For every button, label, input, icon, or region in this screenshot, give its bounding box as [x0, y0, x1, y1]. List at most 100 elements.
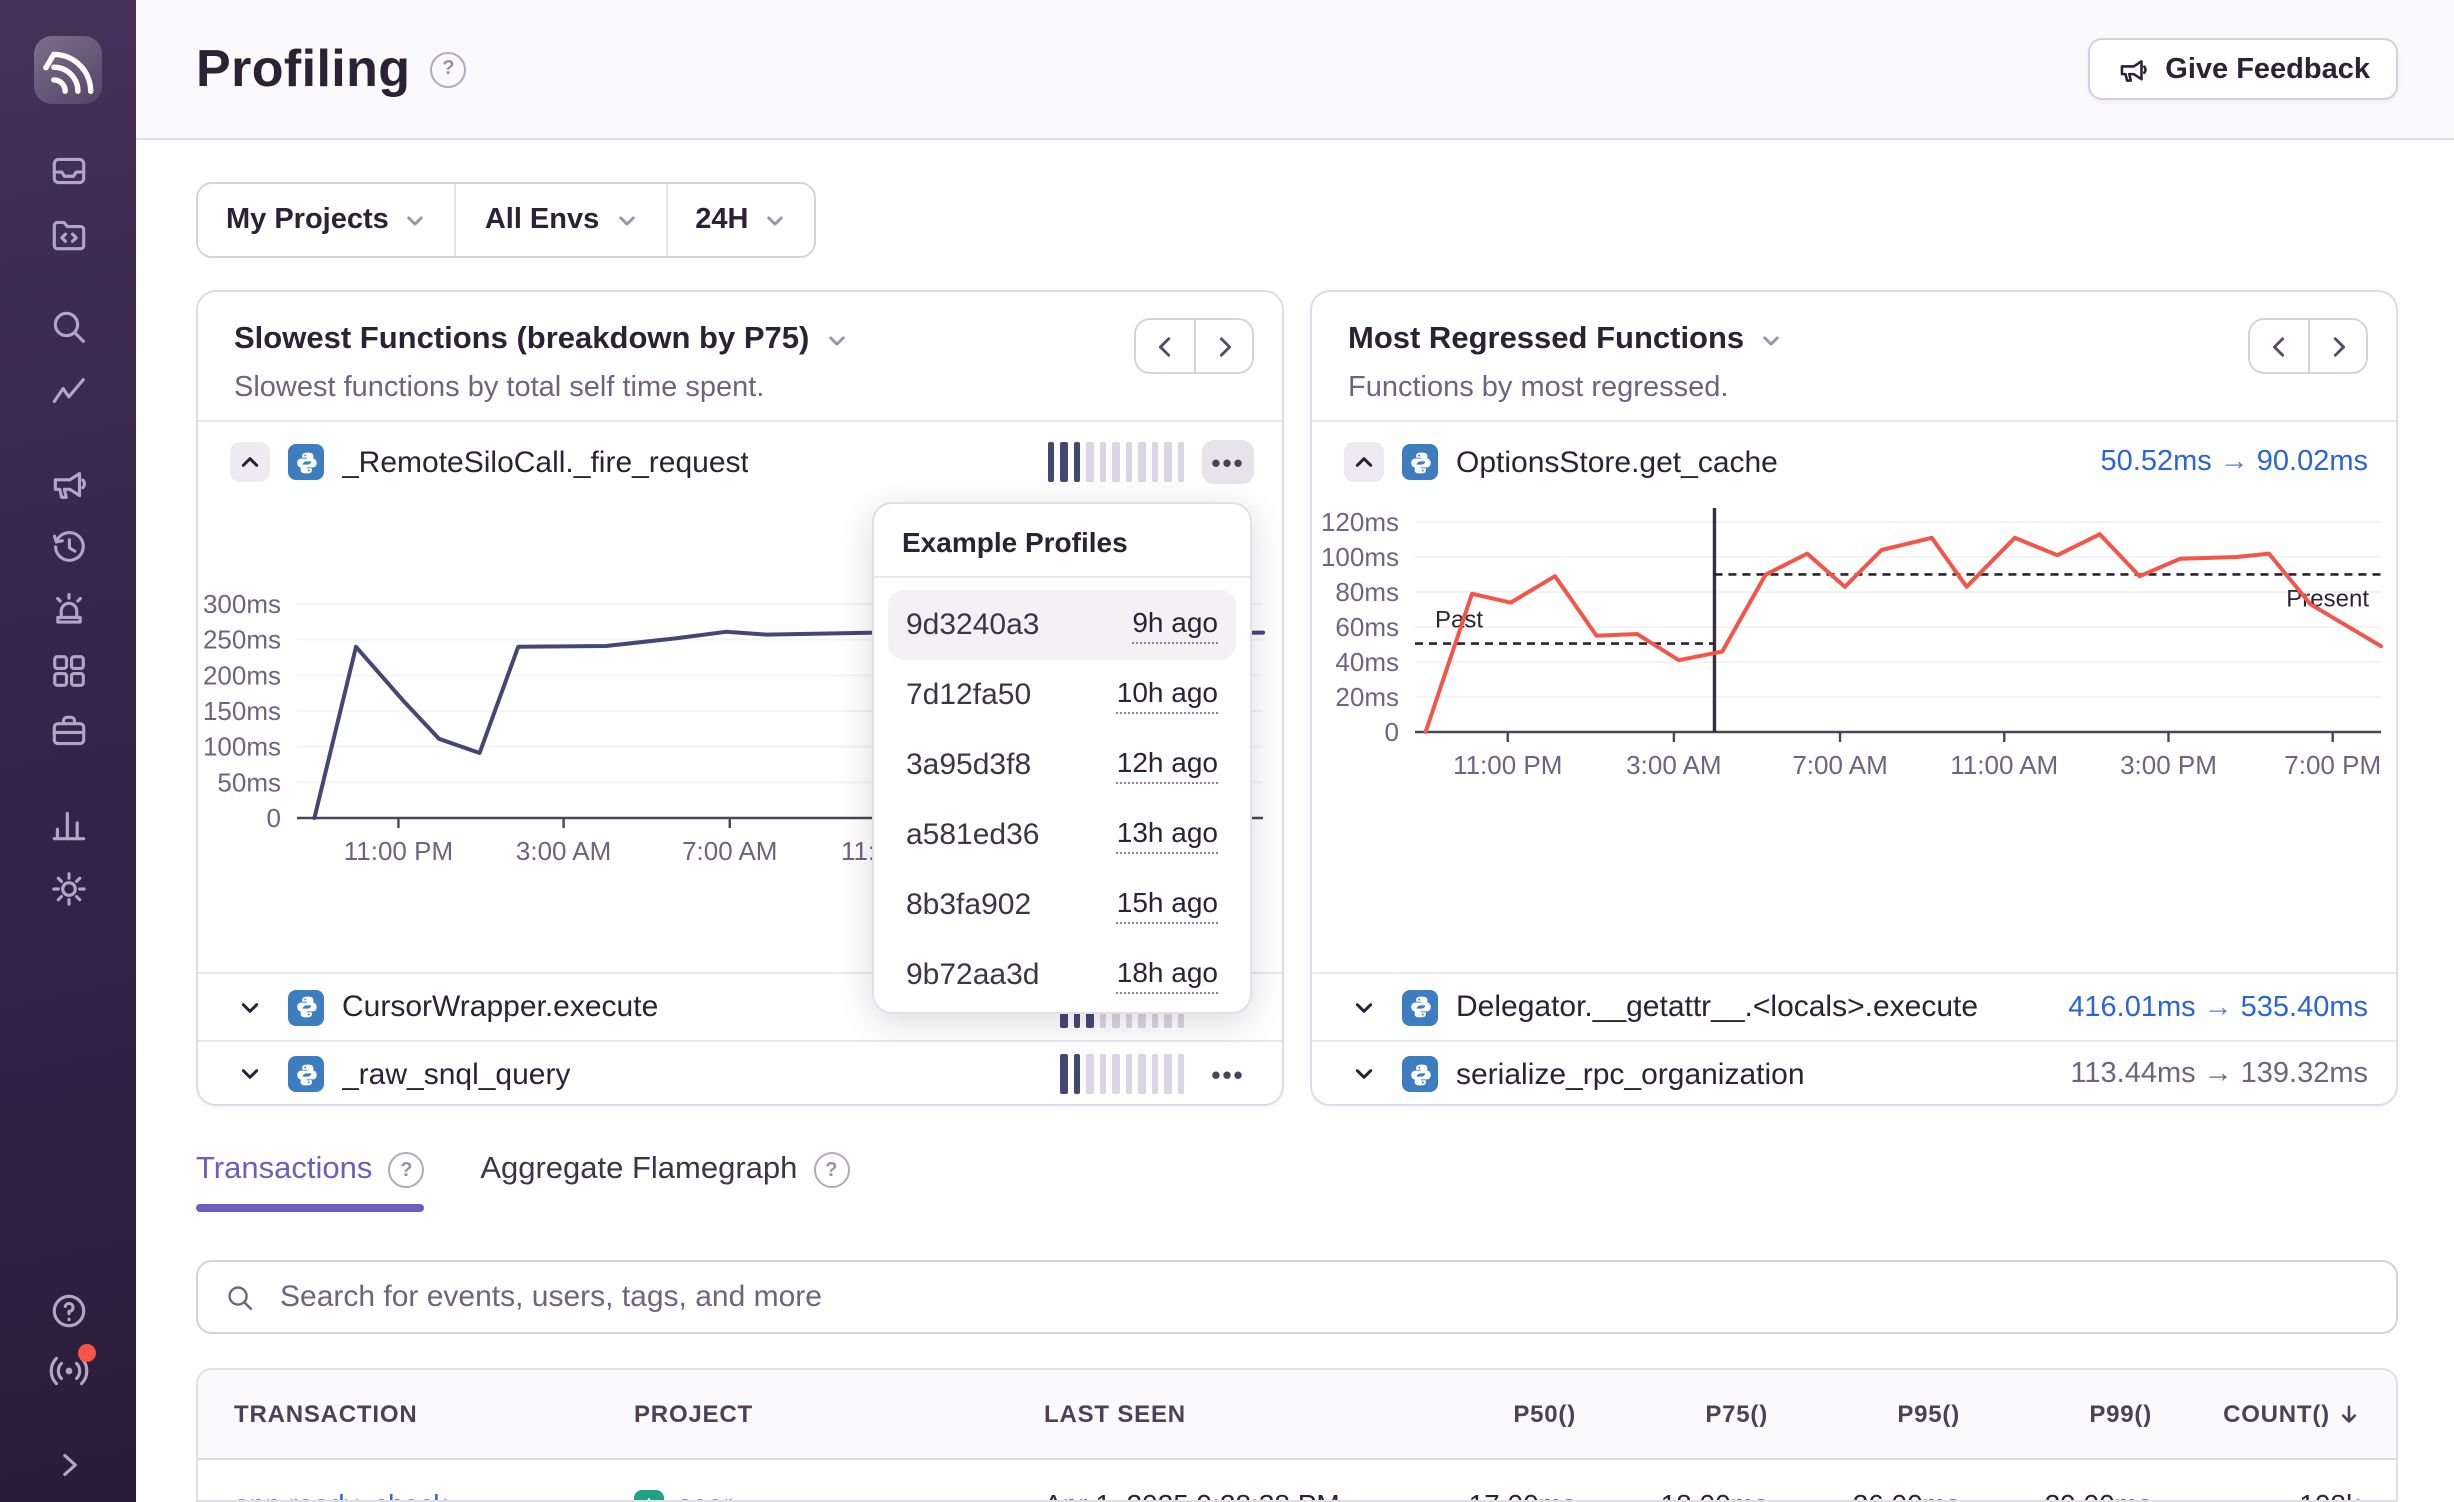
expand-button[interactable] [1344, 987, 1384, 1027]
sidebar-item-metrics[interactable] [0, 802, 136, 846]
after-value: 139.32ms [2241, 1058, 2368, 1090]
function-row[interactable]: serialize_rpc_organization 113.44ms→139.… [1312, 1040, 2396, 1106]
row-actions-button[interactable]: ••• [1202, 440, 1254, 484]
expand-button[interactable] [230, 1054, 270, 1094]
project-link[interactable]: seer [678, 1488, 732, 1502]
svg-text:3:00 AM: 3:00 AM [516, 836, 611, 866]
profile-id[interactable]: 7d12fa50 [906, 678, 1031, 712]
pager-next-button[interactable] [1194, 318, 1254, 374]
sidebar-item-dashboards[interactable] [0, 648, 136, 692]
search-icon [47, 305, 89, 347]
environment-filter[interactable]: All Envs [455, 184, 665, 256]
search-input[interactable] [276, 1278, 2370, 1316]
column-header-transaction[interactable]: TRANSACTION [234, 1400, 634, 1428]
p50-cell: 17.00ms [1384, 1488, 1576, 1502]
column-header-p75[interactable]: P75() [1576, 1400, 1768, 1428]
give-feedback-button[interactable]: Give Feedback [2087, 38, 2398, 100]
most-regressed-title-select[interactable]: Most Regressed Functions [1348, 322, 2360, 358]
profile-age[interactable]: 9h ago [1132, 607, 1218, 644]
pager-next-button[interactable] [2308, 318, 2368, 374]
tab-aggregate-flamegraph[interactable]: Aggregate Flamegraph ? [480, 1152, 849, 1212]
chevron-right-icon [2327, 335, 2349, 357]
sidebar-item-alerts[interactable] [0, 586, 136, 630]
sidebar-item-help[interactable] [0, 1288, 136, 1332]
profile-row[interactable]: 9d3240a3 9h ago [888, 590, 1236, 660]
profile-id[interactable]: 9d3240a3 [906, 608, 1040, 642]
search-bar[interactable] [196, 1260, 2398, 1334]
function-row[interactable]: OptionsStore.get_cache 50.52ms→90.02ms [1312, 420, 2396, 502]
row-actions-button[interactable]: ••• [1202, 1052, 1254, 1096]
chevron-left-icon [2268, 335, 2290, 357]
sidebar-item-projects[interactable] [0, 212, 136, 256]
collapse-button[interactable] [230, 442, 270, 482]
sidebar-item-settings[interactable] [0, 866, 136, 910]
column-header-count[interactable]: COUNT() [2152, 1400, 2360, 1428]
main-content: Profiling ? Give Feedback My Projects Al… [136, 0, 2454, 1502]
regression-values[interactable]: 50.52ms→90.02ms [2101, 446, 2369, 478]
column-header-project[interactable]: PROJECT [634, 1400, 1044, 1428]
last-seen-cell: Apr 1, 2025 9:28:38 PM [1044, 1488, 1384, 1502]
profile-age[interactable]: 10h ago [1117, 677, 1218, 714]
function-row[interactable]: _RemoteSiloCall._fire_request ••• [198, 420, 1282, 502]
sentry-logo-button[interactable] [34, 36, 102, 104]
function-row[interactable]: Delegator.__getattr__.<locals>.execute 4… [1312, 972, 2396, 1040]
sidebar-item-replays[interactable] [0, 524, 136, 568]
profile-id[interactable]: a581ed36 [906, 818, 1040, 852]
profile-age[interactable]: 18h ago [1117, 957, 1218, 994]
tab-help-icon[interactable]: ? [388, 1152, 424, 1188]
table-row[interactable]: app.ready_check seer Apr 1, 2025 9:28:38… [198, 1460, 2396, 1502]
tab-transactions[interactable]: Transactions ? [196, 1152, 424, 1212]
profile-age[interactable]: 12h ago [1117, 747, 1218, 784]
regression-values[interactable]: 113.44ms→139.32ms [2070, 1058, 2368, 1090]
sidebar-item-explore[interactable] [0, 304, 136, 348]
column-header-p99[interactable]: P99() [1960, 1400, 2152, 1428]
arrow-right-icon: → [2212, 446, 2257, 478]
svg-text:50ms: 50ms [217, 767, 281, 797]
help-circle-icon [47, 1289, 89, 1331]
project-filter[interactable]: My Projects [198, 184, 455, 256]
transaction-link[interactable]: app.ready_check [234, 1488, 634, 1502]
profile-id[interactable]: 8b3fa902 [906, 888, 1031, 922]
projects-folder-icon [47, 213, 89, 255]
tab-help-icon[interactable]: ? [813, 1152, 849, 1188]
pager-previous-button[interactable] [2248, 318, 2308, 374]
svg-text:40ms: 40ms [1335, 647, 1399, 677]
profile-age[interactable]: 15h ago [1117, 887, 1218, 924]
give-feedback-label: Give Feedback [2165, 53, 2370, 85]
collapse-button[interactable] [1344, 442, 1384, 482]
svg-text:150ms: 150ms [203, 696, 281, 726]
column-header-p50[interactable]: P50() [1384, 1400, 1576, 1428]
svg-text:20ms: 20ms [1335, 682, 1399, 712]
svg-text:60ms: 60ms [1335, 612, 1399, 642]
sidebar-item-insights[interactable] [0, 708, 136, 752]
svg-text:7:00 AM: 7:00 AM [682, 836, 777, 866]
sidebar-item-issues[interactable] [0, 148, 136, 192]
most-regressed-title: Most Regressed Functions [1348, 322, 1744, 358]
svg-text:250ms: 250ms [203, 625, 281, 655]
column-header-p95[interactable]: P95() [1768, 1400, 1960, 1428]
profile-row[interactable]: 7d12fa50 10h ago [888, 660, 1236, 730]
date-range-filter[interactable]: 24H [665, 184, 814, 256]
profile-row[interactable]: 9b72aa3d 18h ago [888, 940, 1236, 1010]
sidebar-collapse-toggle[interactable] [0, 1442, 136, 1486]
expand-button[interactable] [1344, 1054, 1384, 1094]
function-row[interactable]: _raw_snql_query ••• [198, 1040, 1282, 1106]
slowest-functions-title-select[interactable]: Slowest Functions (breakdown by P75) [234, 322, 1246, 358]
pager-previous-button[interactable] [1134, 318, 1194, 374]
profile-id[interactable]: 9b72aa3d [906, 958, 1040, 992]
grid-icon [47, 649, 89, 691]
column-header-last-seen[interactable]: LAST SEEN [1044, 1400, 1384, 1428]
profile-row[interactable]: a581ed36 13h ago [888, 800, 1236, 870]
expand-button[interactable] [230, 987, 270, 1027]
profile-id[interactable]: 3a95d3f8 [906, 748, 1031, 782]
sidebar-item-stats[interactable] [0, 368, 136, 412]
project-cell[interactable]: seer [634, 1488, 1044, 1502]
profile-age[interactable]: 13h ago [1117, 817, 1218, 854]
regression-values[interactable]: 416.01ms→535.40ms [2068, 991, 2368, 1023]
sidebar-item-whats-new[interactable] [0, 1348, 136, 1392]
profile-row[interactable]: 3a95d3f8 12h ago [888, 730, 1236, 800]
page-help-icon[interactable]: ? [431, 51, 467, 87]
most-regressed-card: Most Regressed Functions Functions by mo… [1310, 290, 2398, 1106]
profile-row[interactable]: 8b3fa902 15h ago [888, 870, 1236, 940]
sidebar-item-feedback[interactable] [0, 460, 136, 504]
